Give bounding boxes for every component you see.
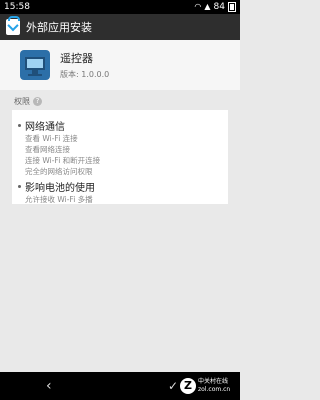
status-icons: ◠ ▲ 84 xyxy=(194,2,236,12)
app-version: 版本: 1.0.0.0 xyxy=(60,70,110,79)
app-text: 遥控器 版本: 1.0.0.0 xyxy=(60,50,109,80)
status-time: 15:58 xyxy=(4,2,30,12)
bullet-icon xyxy=(18,185,21,188)
group-title: 网络通信 xyxy=(25,122,65,133)
wifi-icon: ◠ xyxy=(194,2,202,11)
permissions-card: 网络通信 查看 Wi-Fi 连接 查看网络连接 连接 Wi-Fi 和断开连接 完… xyxy=(12,110,228,204)
help-icon[interactable]: ? xyxy=(33,97,42,106)
permission-group-battery[interactable]: 影响电池的使用 允许接收 Wi-Fi 多播 xyxy=(18,179,95,205)
status-bar: 15:58 ◠ ▲ 84 xyxy=(0,0,240,14)
permissions-section-label: 权限 ? xyxy=(14,96,42,107)
brand-cn: 中关村在线 xyxy=(198,378,229,385)
permission-item: 完全的网络访问权限 xyxy=(25,167,93,176)
app-name: 遥控器 xyxy=(60,52,93,65)
checkmark-icon: ✓ xyxy=(168,379,179,393)
permission-item: 连接 Wi-Fi 和断开连接 xyxy=(25,156,101,165)
battery-level: 84 xyxy=(213,2,225,12)
zol-logo-icon: Z xyxy=(180,378,196,394)
permission-group-network[interactable]: 网络通信 查看 Wi-Fi 连接 查看网络连接 连接 Wi-Fi 和断开连接 完… xyxy=(18,118,100,177)
navigation-bar: ‹ ✓ Z 中关村在线 zol.com.cn xyxy=(0,372,240,400)
installer-bag-icon xyxy=(6,16,20,35)
permission-item: 查看 Wi-Fi 连接 xyxy=(25,134,78,143)
permission-item: 查看网络连接 xyxy=(25,145,70,154)
brand-domain: zol.com.cn xyxy=(198,386,231,393)
app-info: 遥控器 版本: 1.0.0.0 xyxy=(0,40,240,90)
app-header: 外部应用安装 xyxy=(0,14,240,40)
group-title: 影响电池的使用 xyxy=(25,183,95,194)
signal-icon: ▲ xyxy=(204,2,211,11)
page-title: 外部应用安装 xyxy=(26,21,92,34)
bullet-icon xyxy=(18,124,21,127)
remote-control-app-icon xyxy=(20,50,50,80)
permission-item: 允许接收 Wi-Fi 多播 xyxy=(25,195,93,204)
back-icon[interactable]: ‹ xyxy=(46,379,56,393)
battery-icon xyxy=(228,2,236,12)
zol-watermark: Z 中关村在线 zol.com.cn xyxy=(180,374,236,398)
